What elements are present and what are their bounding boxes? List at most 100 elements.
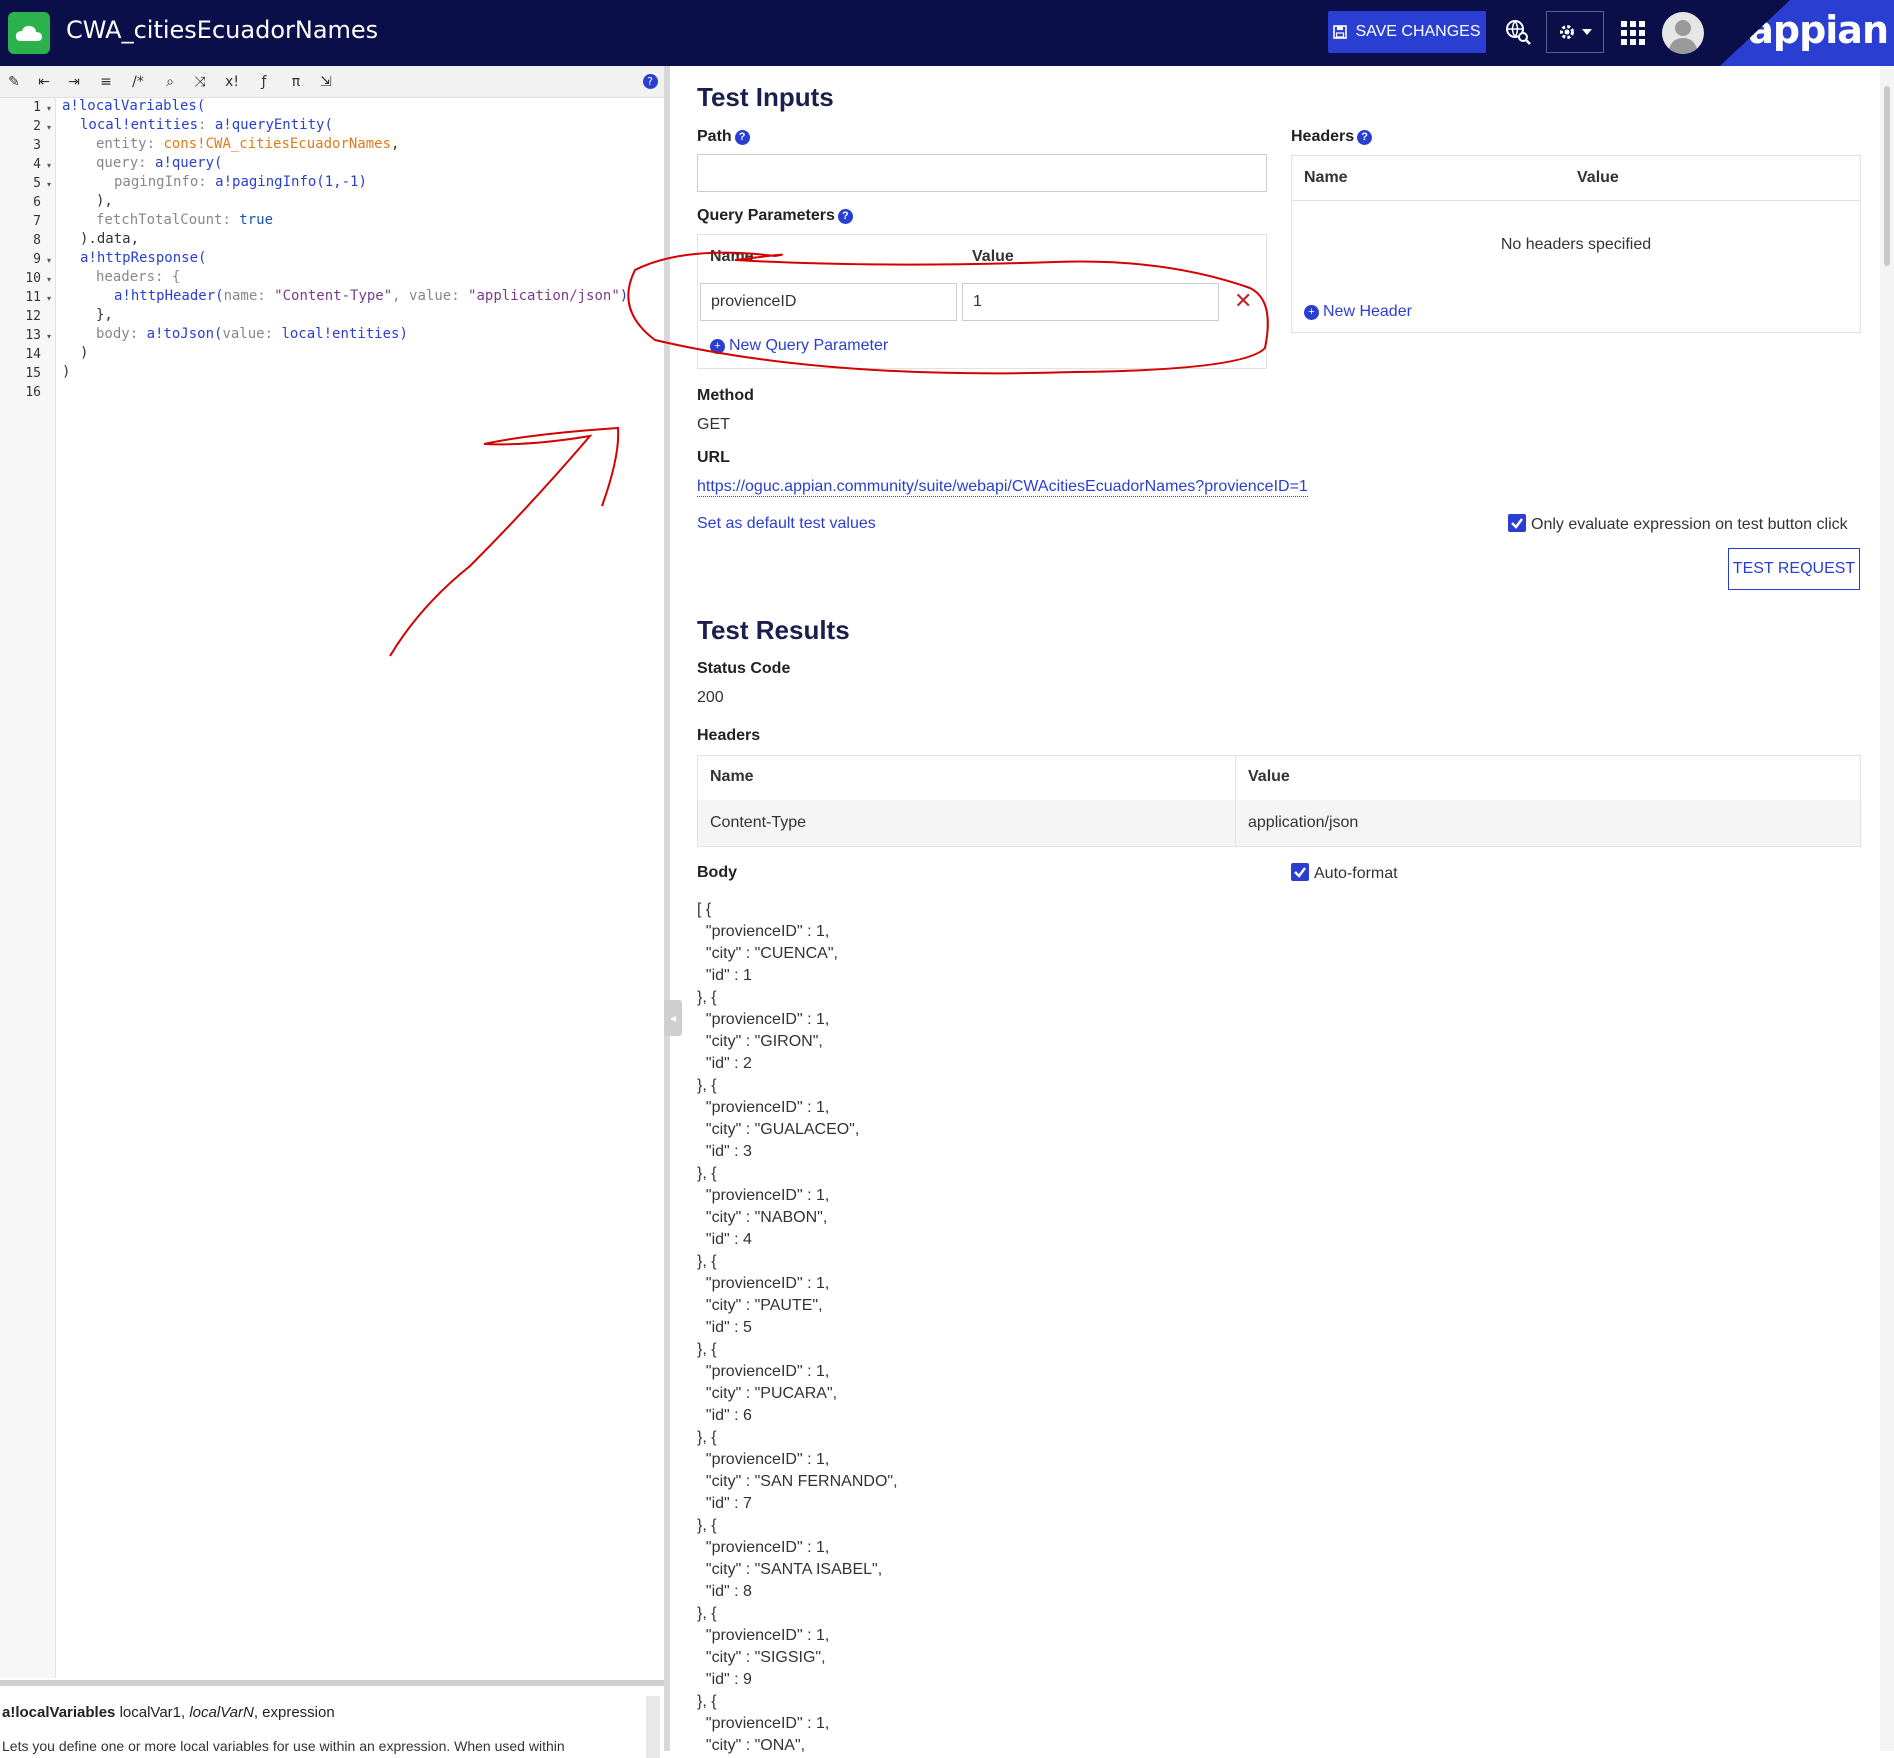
fold-caret-icon[interactable]: ▾: [47, 180, 51, 189]
settings-menu-button[interactable]: [1546, 11, 1604, 53]
line-number: 14: [25, 347, 41, 362]
test-request-button[interactable]: TEST REQUEST: [1728, 548, 1860, 590]
code-line[interactable]: fetchTotalCount: true: [96, 212, 273, 228]
user-avatar[interactable]: [1662, 12, 1704, 54]
fold-caret-icon[interactable]: ▾: [47, 104, 51, 113]
code-line[interactable]: local!entities: a!queryEntity(: [80, 117, 333, 133]
result-headers-label: Headers: [697, 727, 761, 744]
code-line[interactable]: ),: [96, 193, 113, 209]
fold-caret-icon[interactable]: ▾: [47, 161, 51, 170]
code-token: :: [198, 174, 216, 190]
code-line[interactable]: ): [62, 364, 70, 380]
result-header-value: application/json: [1248, 814, 1359, 831]
code-line[interactable]: ).data,: [80, 231, 139, 247]
code-token: ,: [392, 288, 410, 304]
function-args-italic: localVarN: [189, 1704, 254, 1721]
code-line[interactable]: query: a!query(: [96, 155, 222, 171]
pi-icon[interactable]: π: [286, 72, 306, 92]
code-token: :: [264, 326, 282, 342]
code-token: body: [96, 326, 130, 342]
line-number: 13: [25, 328, 41, 343]
line-number: 6: [33, 195, 41, 210]
export-icon[interactable]: ⇲: [316, 72, 336, 92]
code-token: value: [222, 326, 265, 342]
globe-search-icon[interactable]: [1500, 14, 1536, 50]
variable-icon[interactable]: x!: [222, 72, 242, 92]
search-icon[interactable]: ⌕: [160, 72, 180, 92]
docs-scrollbar[interactable]: [646, 1696, 660, 1758]
path-input[interactable]: [697, 154, 1267, 192]
body-line: "id" : 7: [697, 1495, 752, 1512]
page-scroll-thumb[interactable]: [1884, 86, 1890, 266]
code-token: ),: [96, 193, 113, 209]
line-number: 1: [33, 100, 41, 115]
body-line: "city" : "ONA",: [697, 1737, 806, 1754]
function-args: localVar1,: [119, 1704, 190, 1721]
function-icon[interactable]: ƒ: [254, 72, 274, 92]
brand-name: appian: [1748, 8, 1889, 52]
help-icon[interactable]: ?: [1357, 130, 1373, 145]
url-link[interactable]: https://oguc.appian.community/suite/weba…: [697, 478, 1308, 497]
fold-caret-icon[interactable]: ▾: [47, 123, 51, 132]
annotation-arrow: [389, 426, 620, 657]
test-inputs-title: Test Inputs: [697, 82, 834, 112]
magic-wand-icon[interactable]: ✎: [4, 72, 24, 92]
test-results-title: Test Results: [697, 615, 850, 645]
page-scrollbar[interactable]: [1880, 66, 1894, 1751]
code-line[interactable]: entity: cons!CWA_citiesEcuadorNames,: [96, 136, 399, 152]
body-line: }, {: [697, 1429, 717, 1446]
help-icon[interactable]: ?: [640, 72, 660, 92]
code-line[interactable]: pagingInfo: a!pagingInfo(1,-1): [114, 174, 367, 190]
indent-icon[interactable]: ⇥: [64, 72, 84, 92]
checkbox-checked-icon: [1508, 514, 1526, 532]
only-evaluate-checkbox[interactable]: Only evaluate expression on test button …: [1508, 514, 1848, 534]
line-number: 9: [33, 252, 41, 267]
auto-format-checkbox[interactable]: Auto-format: [1291, 863, 1398, 883]
function-signature: a!localVariables localVar1, localVarN, e…: [2, 1704, 335, 1721]
help-icon[interactable]: ?: [837, 209, 853, 224]
code-line[interactable]: },: [96, 307, 113, 323]
code-line[interactable]: headers: {: [96, 269, 180, 285]
plus-icon: +: [1304, 305, 1319, 320]
path-label-text: Path: [697, 128, 732, 145]
code-token: a!queryEntity(: [214, 117, 333, 133]
outdent-icon[interactable]: ⇤: [34, 72, 54, 92]
comment-icon[interactable]: /*: [128, 72, 148, 92]
code-line[interactable]: a!localVariables(: [62, 98, 205, 114]
app-title: CWA_citiesEcuadorNames: [66, 16, 379, 44]
code-token: ): [399, 326, 408, 342]
collapse-handle-icon[interactable]: ◂: [664, 1000, 682, 1036]
fold-caret-icon[interactable]: ▾: [47, 294, 51, 303]
body-line: "provienceID" : 1,: [697, 1715, 830, 1732]
code-line[interactable]: body: a!toJson(value: local!entities): [96, 326, 408, 342]
fold-caret-icon[interactable]: ▾: [47, 256, 51, 265]
save-changes-button[interactable]: SAVE CHANGES: [1328, 11, 1486, 53]
body-line: }, {: [697, 1693, 717, 1710]
annotation-circle: [627, 251, 1269, 375]
code-line[interactable]: a!httpResponse(: [80, 250, 206, 266]
help-icon[interactable]: ?: [734, 130, 750, 145]
fold-caret-icon[interactable]: ▾: [47, 275, 51, 284]
body-line: "id" : 6: [697, 1407, 752, 1424]
line-number: 11: [25, 290, 41, 305]
set-default-link[interactable]: Set as default test values: [697, 515, 876, 533]
body-line: "city" : "NABON",: [697, 1209, 828, 1226]
code-token: ,: [391, 136, 400, 152]
shuffle-icon[interactable]: ⤨: [190, 72, 210, 92]
line-number-gutter: 1 ▾ 2 ▾ 3 4 ▾ 5 ▾ 6 7 8 9 ▾ 10 ▾ 11 ▾ 12 13 ▾ 14 15 16: [0, 98, 56, 1678]
list-icon[interactable]: ≡: [96, 72, 116, 92]
body-line: }, {: [697, 1605, 717, 1622]
method-value: GET: [697, 416, 730, 433]
app-grid-icon[interactable]: [1618, 18, 1648, 48]
code-line[interactable]: a!httpHeader(name: "Content-Type", value…: [114, 288, 628, 304]
headers-col-name: Name: [1304, 169, 1348, 186]
new-header-link[interactable]: + New Header: [1304, 303, 1412, 321]
body-line: "city" : "CUENCA",: [697, 945, 838, 962]
body-line: "city" : "SANTA ISABEL",: [697, 1561, 883, 1578]
code-line[interactable]: ): [80, 345, 88, 361]
fold-caret-icon[interactable]: ▾: [47, 332, 51, 341]
code-token: ): [80, 345, 89, 361]
save-icon: [1333, 25, 1348, 39]
body-line: "id" : 2: [697, 1055, 752, 1072]
status-code-value: 200: [697, 689, 724, 706]
